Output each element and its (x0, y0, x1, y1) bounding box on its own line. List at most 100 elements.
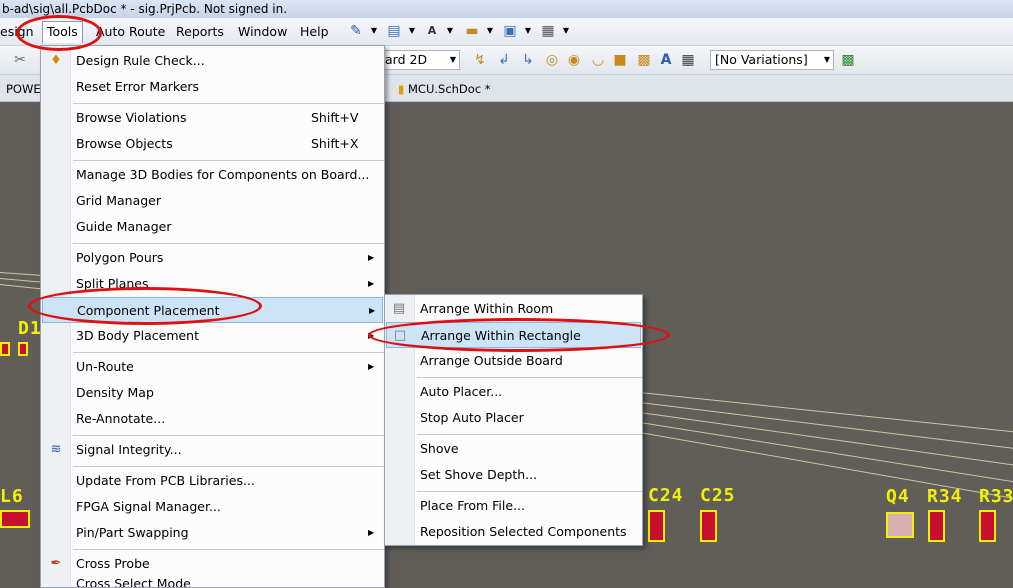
tab-mcu-label: MCU.SchDoc * (408, 82, 491, 96)
menu-item-browse-violations[interactable]: Browse Violations Shift+V (41, 105, 384, 131)
component-pad[interactable] (700, 510, 717, 542)
via-icon[interactable]: ◎ (544, 52, 560, 68)
chevron-down-icon[interactable]: ▼ (520, 23, 536, 39)
menu-separator (73, 352, 384, 353)
menu-item-un-route[interactable]: Un-Route ▶ (41, 354, 384, 380)
menu-item-signal-integrity[interactable]: ≋ Signal Integrity... (41, 437, 384, 463)
menu-item-cross-probe[interactable]: ✒ Cross Probe (41, 551, 384, 577)
component-placement-submenu: ▤ Arrange Within Room □ Arrange Within R… (384, 294, 643, 546)
menu-separator (73, 466, 384, 467)
drc-icon: ♦ (50, 53, 62, 68)
menu-item-split-planes[interactable]: Split Planes ▶ (41, 271, 384, 297)
chevron-down-icon[interactable]: ▼ (366, 23, 382, 39)
submenu-arrow-icon: ▶ (368, 279, 375, 288)
menu-item-grid-manager[interactable]: Grid Manager (41, 188, 384, 214)
component-pad[interactable] (0, 342, 10, 356)
menu-item-update-from-pcb-libraries[interactable]: Update From PCB Libraries... (41, 468, 384, 494)
submenu-item-shove[interactable]: Shove (385, 436, 642, 462)
cut-icon[interactable]: ✂ (12, 52, 28, 68)
menu-item-3d-body-placement[interactable]: 3D Body Placement ▶ (41, 323, 384, 349)
dimension-tool-icon[interactable]: ▬ (464, 23, 480, 39)
menu-reports[interactable]: Reports (176, 24, 224, 40)
designator-r34: R34 (927, 486, 963, 507)
window-title-bar: b-ad\sig\all.PcbDoc * - sig.PrjPcb. Not … (0, 0, 1013, 18)
submenu-item-stop-auto-placer[interactable]: Stop Auto Placer (385, 405, 642, 431)
polygon-icon[interactable]: ▩ (636, 52, 652, 68)
menu-item-density-map[interactable]: Density Map (41, 380, 384, 406)
submenu-item-arrange-within-rectangle[interactable]: □ Arrange Within Rectangle (386, 322, 641, 348)
menu-item-design-rule-check[interactable]: ♦ Design Rule Check... (41, 48, 384, 74)
menu-item-polygon-pours[interactable]: Polygon Pours ▶ (41, 245, 384, 271)
menu-help[interactable]: Help (300, 24, 329, 40)
grid-icon[interactable]: ▦ (540, 23, 556, 39)
submenu-item-reposition-selected-components[interactable]: Reposition Selected Components (385, 519, 642, 545)
designator-l6: L6 (0, 486, 24, 507)
pcb-trace (639, 392, 1013, 433)
component-pad[interactable] (979, 510, 996, 542)
string-icon[interactable]: A (658, 52, 674, 68)
designator-q4: Q4 (886, 486, 910, 507)
multi-route-icon[interactable]: ↳ (520, 52, 536, 68)
submenu-arrow-icon: ▶ (369, 306, 376, 315)
chart-tool-icon[interactable]: ✎ (348, 23, 364, 39)
component-pad[interactable] (928, 510, 945, 542)
submenu-arrow-icon: ▶ (368, 253, 375, 262)
menu-window[interactable]: Window (238, 24, 287, 40)
diff-pair-route-icon[interactable]: ↲ (496, 52, 512, 68)
chevron-down-icon[interactable]: ▼ (558, 23, 574, 39)
component-pad[interactable] (18, 342, 28, 356)
window-title: b-ad\sig\all.PcbDoc * - sig.PrjPcb. Not … (2, 2, 288, 16)
room-tool-icon[interactable]: ▣ (502, 23, 518, 39)
variations-combo[interactable]: [No Variations] ▼ (710, 50, 834, 70)
menu-design[interactable]: esign (0, 24, 34, 40)
pcb-trace (639, 412, 1013, 466)
designator-d1: D1 (18, 318, 42, 339)
designator-c24: C24 (648, 485, 684, 506)
component-pad[interactable] (886, 512, 914, 538)
submenu-arrow-icon: ▶ (368, 528, 375, 537)
menu-item-guide-manager[interactable]: Guide Manager (41, 214, 384, 240)
menu-tools[interactable]: Tools (42, 21, 83, 43)
menu-item-manage-3d-bodies[interactable]: Manage 3D Bodies for Components on Board… (41, 162, 384, 188)
chevron-down-icon: ▼ (449, 55, 456, 64)
submenu-item-arrange-outside-board[interactable]: Arrange Outside Board (385, 348, 642, 374)
variations-value: [No Variations] (715, 52, 808, 67)
tab-mcu-schdoc[interactable]: ▮ MCU.SchDoc * (392, 79, 497, 101)
arc-icon[interactable]: ◡ (590, 52, 606, 68)
menu-item-reset-error-markers[interactable]: Reset Error Markers (41, 74, 384, 100)
chevron-down-icon[interactable]: ▼ (442, 23, 458, 39)
component-pad[interactable] (0, 510, 30, 528)
component-pad[interactable] (648, 510, 665, 542)
chevron-down-icon[interactable]: ▼ (404, 23, 420, 39)
menu-item-cross-select-mode[interactable]: Cross Select Mode (41, 577, 384, 587)
chevron-down-icon[interactable]: ▼ (482, 23, 498, 39)
menu-separator (417, 491, 642, 492)
view-mode-combo[interactable]: ard 2D ▼ (380, 50, 460, 70)
menu-separator (73, 549, 384, 550)
cross-probe-icon: ✒ (50, 556, 62, 571)
arrange-room-icon: ▤ (392, 301, 406, 316)
menu-item-component-placement[interactable]: Component Placement ▶ (42, 297, 383, 323)
menu-item-re-annotate[interactable]: Re-Annotate... (41, 406, 384, 432)
menu-separator (73, 103, 384, 104)
pad-icon[interactable]: ◉ (566, 52, 582, 68)
menu-separator (73, 435, 384, 436)
text-tool-icon[interactable]: A (424, 23, 440, 39)
menu-bar: esign Tools Auto Route Reports Window He… (0, 18, 1013, 46)
menu-item-browse-objects[interactable]: Browse Objects Shift+X (41, 131, 384, 157)
fill-icon[interactable]: ■ (612, 52, 628, 68)
interactive-route-icon[interactable]: ↯ (472, 52, 488, 68)
submenu-item-place-from-file[interactable]: Place From File... (385, 493, 642, 519)
menu-separator (417, 377, 642, 378)
submenu-item-arrange-within-room[interactable]: ▤ Arrange Within Room (385, 296, 642, 322)
submenu-item-auto-placer[interactable]: Auto Placer... (385, 379, 642, 405)
submenu-arrow-icon: ▶ (368, 331, 375, 340)
view-mode-value: ard 2D (385, 52, 428, 67)
align-tool-icon[interactable]: ▤ (386, 23, 402, 39)
menu-item-pin-part-swapping[interactable]: Pin/Part Swapping ▶ (41, 520, 384, 546)
menu-auto-route[interactable]: Auto Route (96, 24, 165, 40)
menu-item-fpga-signal-manager[interactable]: FPGA Signal Manager... (41, 494, 384, 520)
component-icon[interactable]: ▦ (680, 52, 696, 68)
variant-manager-icon[interactable]: ▩ (840, 52, 856, 68)
submenu-item-set-shove-depth[interactable]: Set Shove Depth... (385, 462, 642, 488)
